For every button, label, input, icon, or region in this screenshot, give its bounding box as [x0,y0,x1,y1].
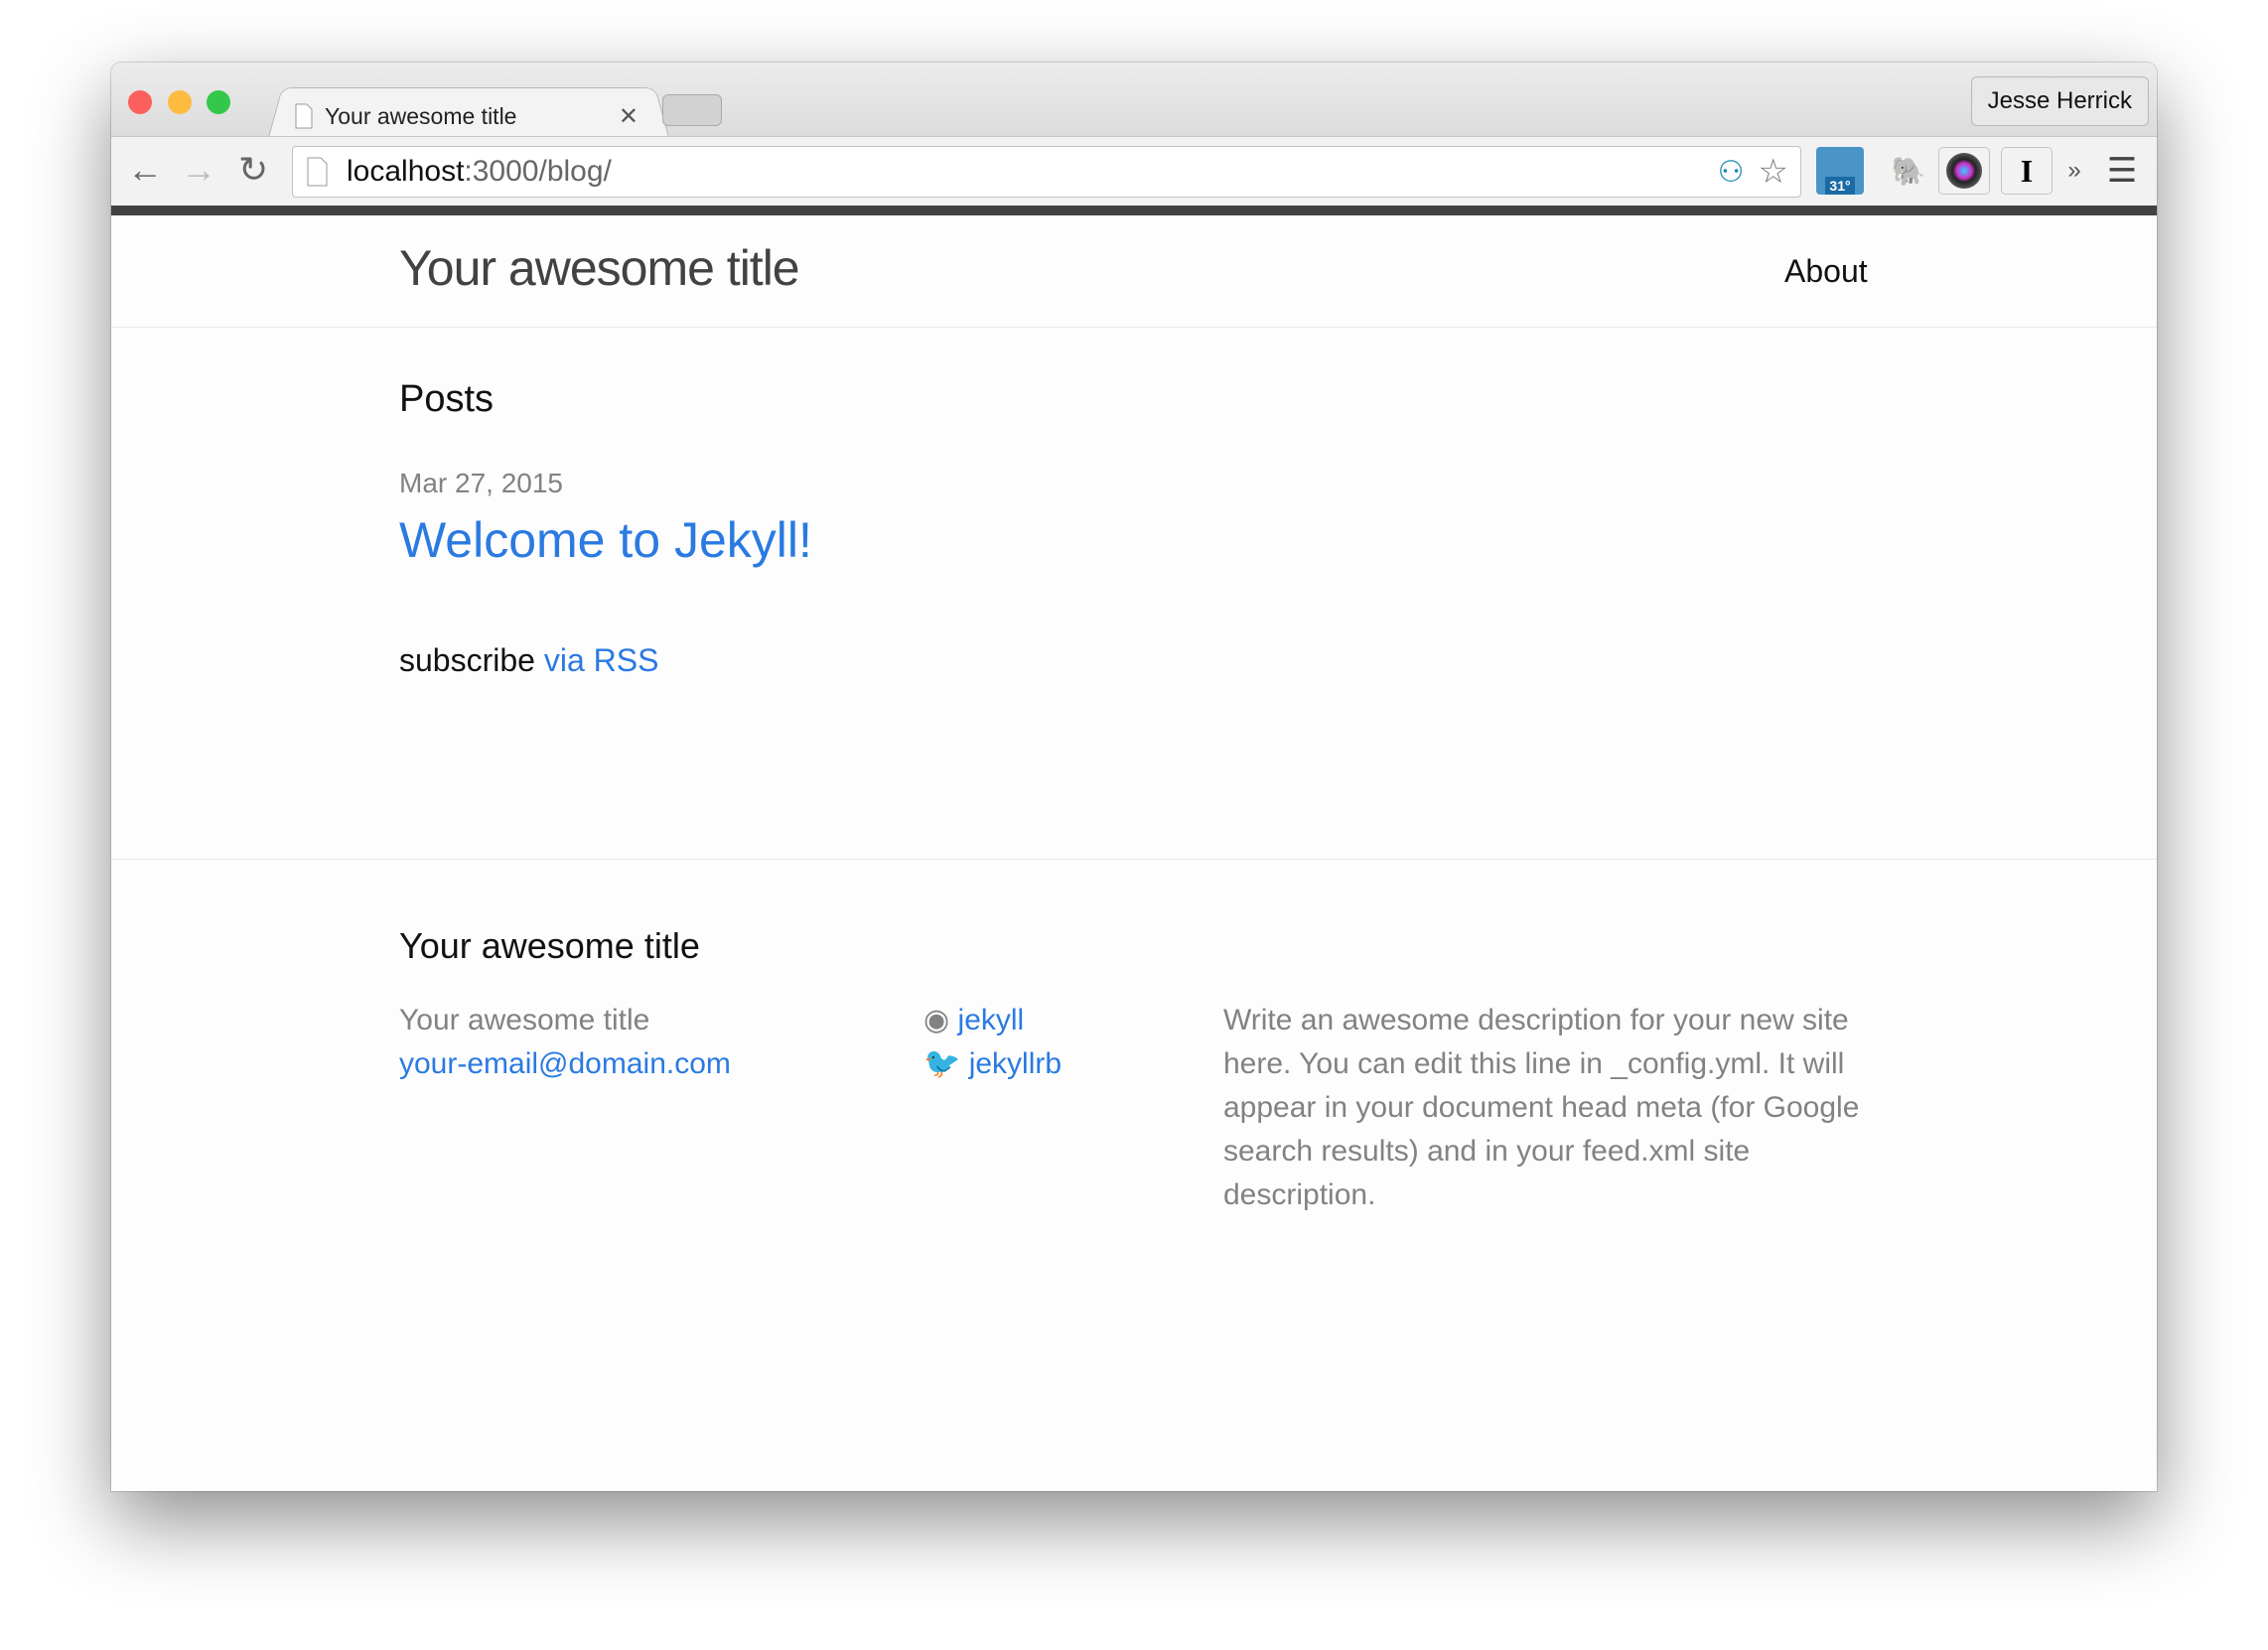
profile-button[interactable]: Jesse Herrick [1970,76,2149,126]
page-icon [307,157,328,187]
site-header: Your awesome title About [111,215,2157,328]
github-icon: ◉ [923,1004,950,1036]
twitter-icon: 🐦 [923,1047,961,1080]
evernote-icon[interactable]: 🐘 [1889,147,1928,195]
subscribe-text: subscribe [399,642,535,678]
weather-badge: 31° [1825,177,1855,195]
close-window-button[interactable] [128,90,152,114]
minimize-window-button[interactable] [168,90,192,114]
tab-title: Your awesome title [325,102,517,129]
camera-icon[interactable] [1938,147,1990,195]
site-footer: Your awesome title Your awesome title yo… [111,859,2157,1211]
page: Your awesome title About Posts Mar 27, 2… [111,215,2157,1491]
url-path: :3000/blog/ [464,155,612,188]
footer-name: Your awesome title [399,1004,650,1036]
zoom-window-button[interactable] [207,90,230,114]
browser-window: Your awesome title ✕ Jesse Herrick ← → ↻… [111,63,2157,1491]
star-icon[interactable]: ☆ [1759,152,1788,192]
reload-icon[interactable]: ↻ [238,149,268,191]
site-top-bar [111,206,2157,215]
new-tab-button[interactable] [662,94,722,126]
network-icon[interactable]: ⚇ [1718,155,1745,190]
close-tab-icon[interactable]: ✕ [619,102,638,131]
email-link[interactable]: your-email@domain.com [399,1047,731,1080]
overflow-icon[interactable]: » [2062,147,2086,195]
post-date: Mar 27, 2015 [399,468,563,498]
footer-heading: Your awesome title [399,925,700,966]
github-link[interactable]: jekyll [958,1004,1025,1036]
posts-heading: Posts [399,378,495,420]
page-icon [295,103,313,129]
rss-link[interactable]: via RSS [544,642,659,678]
url-host: localhost [347,155,465,188]
back-icon[interactable]: ← [127,149,163,191]
nav-about[interactable]: About [1784,253,1868,290]
menu-icon[interactable]: ☰ [2102,147,2142,195]
address-bar[interactable]: localhost:3000/blog/ ⚇ ☆ [292,146,1801,198]
site-title[interactable]: Your awesome title [399,239,800,297]
weather-icon[interactable]: 31° [1816,147,1864,195]
instapaper-icon[interactable]: I [2001,147,2053,195]
site-description: Write an awesome description for your ne… [1223,1004,1860,1211]
twitter-link[interactable]: jekyllrb [969,1047,1062,1080]
toolbar: ← → ↻ localhost:3000/blog/ ⚇ ☆ 31° 🐘 I »… [111,136,2157,206]
post-link[interactable]: Welcome to Jekyll! [399,511,812,569]
tab-bar: Your awesome title ✕ Jesse Herrick [111,63,2157,139]
forward-icon[interactable]: → [181,149,216,191]
